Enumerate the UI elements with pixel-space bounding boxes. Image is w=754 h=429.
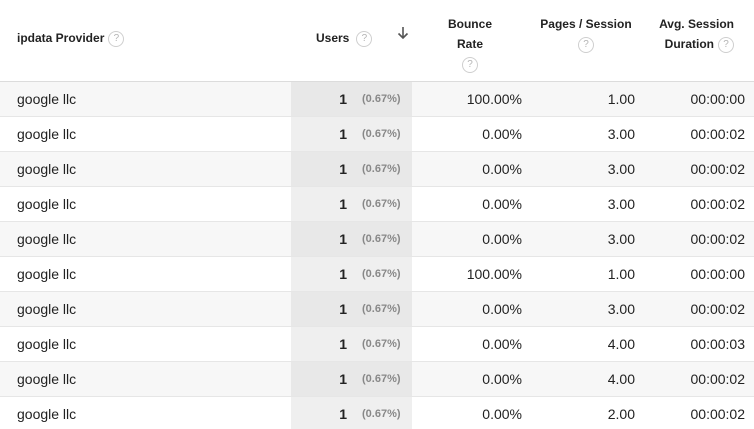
- provider-cell: google llc: [17, 266, 77, 282]
- table-row: google llc 1 (0.67%) 100.00% 1.00 00:00:…: [0, 82, 754, 117]
- pages-session-cell: 4.00: [607, 336, 635, 352]
- column-header-duration-line2: Duration: [664, 37, 714, 51]
- pages-session-cell: 1.00: [607, 266, 635, 282]
- help-icon[interactable]: ?: [462, 56, 478, 73]
- users-percent-cell: (0.67%): [362, 303, 401, 315]
- pages-session-cell: 3.00: [607, 126, 635, 142]
- pages-session-cell: 3.00: [607, 231, 635, 247]
- column-header-users[interactable]: Users?: [316, 28, 373, 48]
- provider-cell: google llc: [17, 231, 77, 247]
- bounce-rate-cell: 0.00%: [482, 371, 522, 387]
- pages-session-cell: 3.00: [607, 161, 635, 177]
- users-cell: 1: [339, 91, 347, 107]
- duration-cell: 00:00:02: [690, 231, 746, 247]
- table-row: google llc 1 (0.67%) 0.00% 3.00 00:00:02: [0, 117, 754, 152]
- users-percent-cell: (0.67%): [362, 268, 401, 280]
- table-body: google llc 1 (0.67%) 100.00% 1.00 00:00:…: [0, 82, 754, 429]
- column-header-duration-line1: Avg. Session: [659, 17, 734, 31]
- bounce-rate-cell: 0.00%: [482, 126, 522, 142]
- provider-cell: google llc: [17, 336, 77, 352]
- column-header-bounce-rate-label: Bounce Rate: [447, 17, 492, 51]
- table-row: google llc 1 (0.67%) 0.00% 3.00 00:00:02: [0, 222, 754, 257]
- users-cell: 1: [339, 196, 347, 212]
- users-cell: 1: [339, 266, 347, 282]
- table-row: google llc 1 (0.67%) 0.00% 4.00 00:00:03: [0, 327, 754, 362]
- duration-cell: 00:00:03: [690, 336, 746, 352]
- duration-cell: 00:00:02: [690, 161, 746, 177]
- help-icon[interactable]: ?: [356, 30, 373, 47]
- users-cell: 1: [339, 336, 347, 352]
- provider-cell: google llc: [17, 161, 77, 177]
- help-icon[interactable]: ?: [578, 36, 594, 53]
- users-percent-cell: (0.67%): [362, 233, 401, 245]
- bounce-rate-cell: 0.00%: [482, 336, 522, 352]
- table-row: google llc 1 (0.67%) 0.00% 3.00 00:00:02: [0, 292, 754, 327]
- analytics-table: ipdata Provider? Users? Bounce Rate ? Pa…: [0, 0, 754, 429]
- column-header-bounce-rate[interactable]: Bounce Rate ?: [434, 14, 506, 74]
- duration-cell: 00:00:00: [690, 91, 746, 107]
- provider-cell: google llc: [17, 301, 77, 317]
- column-header-provider[interactable]: ipdata Provider?: [17, 28, 125, 48]
- table-row: google llc 1 (0.67%) 100.00% 1.00 00:00:…: [0, 257, 754, 292]
- provider-cell: google llc: [17, 406, 77, 422]
- bounce-rate-cell: 100.00%: [466, 91, 522, 107]
- pages-session-cell: 4.00: [607, 371, 635, 387]
- duration-cell: 00:00:02: [690, 126, 746, 142]
- bounce-rate-cell: 0.00%: [482, 301, 522, 317]
- duration-cell: 00:00:02: [690, 406, 746, 422]
- bounce-rate-cell: 100.00%: [466, 266, 522, 282]
- duration-cell: 00:00:02: [690, 301, 746, 317]
- table-row: google llc 1 (0.67%) 0.00% 3.00 00:00:02: [0, 152, 754, 187]
- bounce-rate-cell: 0.00%: [482, 196, 522, 212]
- users-cell: 1: [339, 406, 347, 422]
- users-cell: 1: [339, 161, 347, 177]
- help-icon[interactable]: ?: [108, 30, 125, 47]
- bounce-rate-cell: 0.00%: [482, 406, 522, 422]
- users-percent-cell: (0.67%): [362, 93, 401, 105]
- table-header: ipdata Provider? Users? Bounce Rate ? Pa…: [0, 0, 754, 82]
- duration-cell: 00:00:02: [690, 196, 746, 212]
- pages-session-cell: 3.00: [607, 196, 635, 212]
- column-header-avg-session-duration[interactable]: Avg. Session Duration?: [656, 14, 734, 54]
- users-percent-cell: (0.67%): [362, 408, 401, 420]
- users-percent-cell: (0.67%): [362, 128, 401, 140]
- duration-cell: 00:00:02: [690, 371, 746, 387]
- users-percent-cell: (0.67%): [362, 198, 401, 210]
- pages-session-cell: 1.00: [607, 91, 635, 107]
- column-header-users-label: Users: [316, 31, 350, 45]
- help-icon[interactable]: ?: [718, 36, 734, 53]
- bounce-rate-cell: 0.00%: [482, 231, 522, 247]
- column-header-pages-session[interactable]: Pages / Session ?: [540, 14, 632, 54]
- provider-cell: google llc: [17, 126, 77, 142]
- table-row: google llc 1 (0.67%) 0.00% 4.00 00:00:02: [0, 362, 754, 397]
- pages-session-cell: 2.00: [607, 406, 635, 422]
- users-cell: 1: [339, 231, 347, 247]
- users-percent-cell: (0.67%): [362, 373, 401, 385]
- table-row: google llc 1 (0.67%) 0.00% 3.00 00:00:02: [0, 187, 754, 222]
- duration-cell: 00:00:00: [690, 266, 746, 282]
- column-header-pages-session-label: Pages / Session: [540, 17, 632, 31]
- pages-session-cell: 3.00: [607, 301, 635, 317]
- users-cell: 1: [339, 126, 347, 142]
- table-row: google llc 1 (0.67%) 0.00% 2.00 00:00:02: [0, 397, 754, 429]
- users-percent-cell: (0.67%): [362, 338, 401, 350]
- users-cell: 1: [339, 301, 347, 317]
- users-percent-cell: (0.67%): [362, 163, 401, 175]
- users-cell: 1: [339, 371, 347, 387]
- provider-cell: google llc: [17, 371, 77, 387]
- column-header-provider-label: ipdata Provider: [17, 31, 105, 45]
- provider-cell: google llc: [17, 91, 77, 107]
- bounce-rate-cell: 0.00%: [482, 161, 522, 177]
- sort-descending-icon[interactable]: [396, 25, 410, 41]
- provider-cell: google llc: [17, 196, 77, 212]
